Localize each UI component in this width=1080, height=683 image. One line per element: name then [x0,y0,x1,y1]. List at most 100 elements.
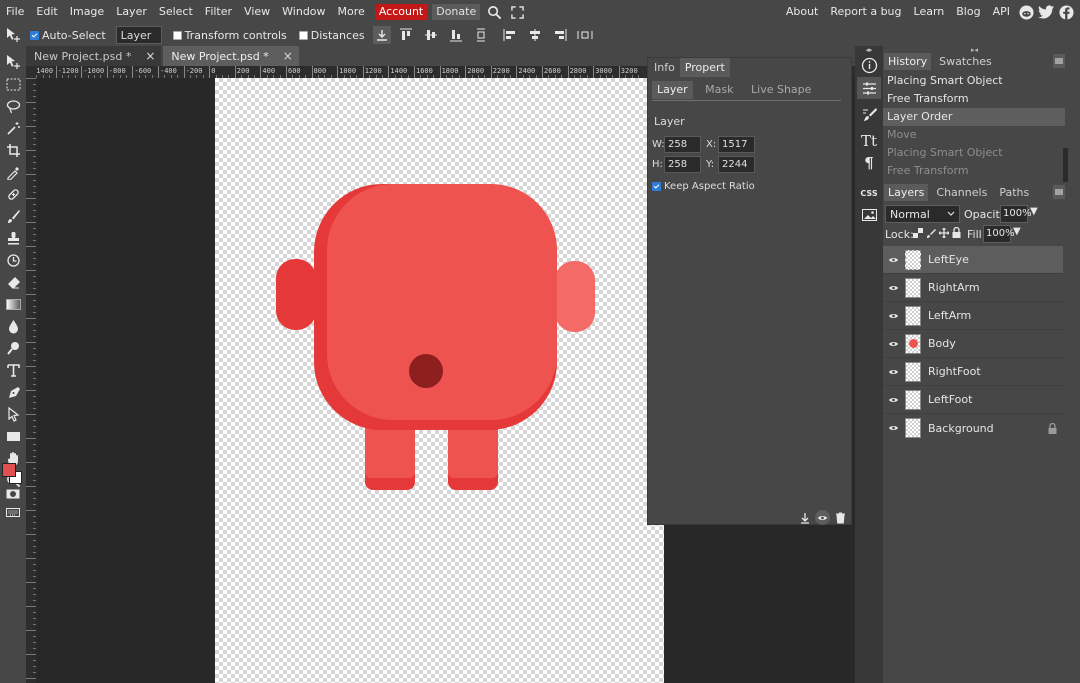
align-center-icon[interactable] [525,25,545,45]
blur-tool-button[interactable] [3,316,23,336]
tab-paths[interactable]: Paths [995,184,1033,201]
stamp-tool-button[interactable] [3,228,23,248]
marquee-tool-button[interactable] [3,74,23,94]
subtab-layer[interactable]: Layer [652,81,693,99]
menu-view[interactable]: View [238,0,276,24]
layer-row[interactable]: RightFoot [883,358,1063,386]
document-canvas[interactable] [215,78,664,683]
rectangle-tool-button[interactable] [3,426,23,446]
menu-filter[interactable]: Filter [199,0,238,24]
tab-swatches[interactable]: Swatches [935,53,996,70]
character-icon[interactable]: Tt [857,130,881,152]
width-field[interactable]: 258 [664,136,701,153]
paragraph-icon[interactable]: ¶ [857,152,881,174]
lock-pixels-icon[interactable] [926,228,936,238]
reddit-icon[interactable] [1016,2,1036,22]
blend-mode-dropdown[interactable]: Normal [885,205,960,223]
history-item[interactable]: Free Transform [883,90,1065,108]
download-icon[interactable] [372,26,391,44]
donate-button[interactable]: Donate [432,4,481,20]
eye-icon[interactable] [883,424,903,432]
css-icon[interactable]: CSS [857,182,881,204]
layer-row[interactable]: LeftFoot [883,386,1063,414]
subtab-live-shape[interactable]: Live Shape [746,81,816,99]
link-about[interactable]: About [780,0,825,24]
menu-window[interactable]: Window [276,0,331,24]
keyboard-icon[interactable] [3,505,23,519]
align-bottom-icon[interactable] [446,25,466,45]
link-report-bug[interactable]: Report a bug [824,0,907,24]
tab-info[interactable]: Info [649,58,680,77]
visibility-icon[interactable] [815,510,830,525]
brush-tool-button[interactable] [3,206,23,226]
align-middle-icon[interactable] [421,25,441,45]
menu-select[interactable]: Select [153,0,199,24]
magic-wand-tool-button[interactable] [3,118,23,138]
eye-icon[interactable] [883,340,903,348]
account-button[interactable]: Account [374,4,428,20]
layer-row[interactable]: RightArm [883,274,1063,302]
tab-layers[interactable]: Layers [884,184,929,201]
align-right-icon[interactable] [550,25,570,45]
lock-transparency-icon[interactable] [913,227,923,238]
foreground-color-swatch[interactable] [2,463,16,477]
eye-icon[interactable] [883,368,903,376]
distances-checkbox[interactable] [298,30,308,40]
download-icon[interactable] [800,512,810,524]
link-api[interactable]: API [987,0,1016,24]
image-icon[interactable] [857,204,881,226]
history-item[interactable]: Placing Smart Object [883,144,1065,162]
distribute-vertical-icon[interactable] [471,25,491,45]
pen-tool-button[interactable] [3,382,23,402]
fullscreen-icon[interactable] [507,2,527,22]
lock-all-icon[interactable] [952,227,961,238]
history-item[interactable]: Placing Smart Object [883,72,1065,90]
auto-select-checkbox[interactable] [30,30,39,40]
subtab-mask[interactable]: Mask [700,81,738,99]
healing-brush-tool-button[interactable] [3,184,23,204]
eye-icon[interactable] [883,284,903,292]
facebook-icon[interactable] [1056,2,1076,22]
distribute-horizontal-icon[interactable] [575,25,595,45]
close-icon[interactable]: × [283,49,293,63]
history-scrollbar[interactable] [1063,148,1068,182]
quick-mask-icon[interactable] [3,487,23,501]
align-top-icon[interactable] [396,25,416,45]
history-item[interactable]: Move [883,126,1065,144]
close-icon[interactable]: × [145,49,155,63]
brush-settings-icon[interactable] [857,103,881,125]
lasso-tool-button[interactable] [3,96,23,116]
gradient-tool-button[interactable] [3,294,23,314]
path-selection-tool-button[interactable] [3,404,23,424]
lock-position-icon[interactable] [939,227,949,238]
menu-more[interactable]: More [332,0,371,24]
type-tool-button[interactable] [3,360,23,380]
panel-menu-icon[interactable] [1053,54,1065,68]
document-tab-active[interactable]: New Project.psd * × [163,46,299,66]
menu-edit[interactable]: Edit [30,0,63,24]
y-field[interactable]: 2244 [718,156,755,173]
link-blog[interactable]: Blog [950,0,986,24]
menu-file[interactable]: File [0,0,30,24]
keep-aspect-checkbox[interactable] [652,182,661,191]
menu-layer[interactable]: Layer [110,0,153,24]
trash-icon[interactable] [835,512,846,524]
tab-history[interactable]: History [884,53,932,70]
document-tab[interactable]: New Project.psd * × [26,46,162,66]
x-field[interactable]: 1517 [718,136,755,153]
tab-properties[interactable]: Propert [679,58,730,77]
layer-row[interactable]: LeftArm [883,302,1063,330]
move-tool-button[interactable] [3,52,23,72]
align-left-icon[interactable] [500,25,520,45]
fill-dropdown-icon[interactable]: ▼ [1013,226,1021,237]
search-icon[interactable] [484,2,504,22]
layer-row[interactable]: Body [883,330,1063,358]
tab-channels[interactable]: Channels [932,184,991,201]
opacity-dropdown-icon[interactable]: ▼ [1030,206,1038,217]
color-swatches[interactable] [2,463,24,485]
eye-icon[interactable] [883,312,903,320]
eraser-tool-button[interactable] [3,272,23,292]
link-learn[interactable]: Learn [908,0,951,24]
layer-row[interactable]: LeftEye [883,246,1063,274]
layer-row[interactable]: Background [883,414,1063,442]
